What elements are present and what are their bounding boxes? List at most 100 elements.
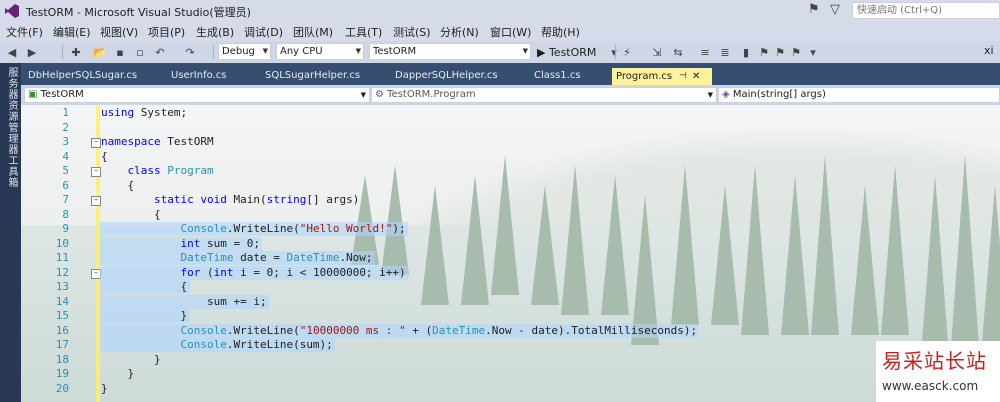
start-debugging-button[interactable]: ▶ TestORM — [537, 44, 607, 60]
code-line[interactable]: 5 − class Program — [21, 164, 1000, 178]
code-line[interactable]: 13 { — [21, 280, 1000, 294]
forward-icon[interactable]: ▶ — [24, 44, 40, 60]
code-line[interactable]: 1 using System; — [21, 106, 1000, 120]
menu-test[interactable]: 测试(S) — [393, 24, 431, 40]
menu-build[interactable]: 生成(B) — [196, 24, 234, 40]
chevron-down-icon: ▼ — [360, 91, 366, 99]
code-line[interactable]: 11 DateTime date = DateTime.Now; — [21, 251, 1000, 265]
code-line[interactable]: 4{ — [21, 150, 1000, 164]
window-title: TestORM - Microsoft Visual Studio(管理员) — [26, 6, 251, 19]
chevron-down-icon: ▼ — [262, 47, 268, 55]
code-line[interactable]: 8 { — [21, 208, 1000, 222]
standard-toolbar: ◀ ▶ ✚ 📂 ▪ ▫ ↶ ↷ Debug ▼ Any CPU ▼ TestOR… — [0, 41, 1000, 64]
type-dropdown[interactable]: ⚙ TestORM.Program ▼ — [371, 87, 717, 103]
line-number: 16 — [55, 323, 69, 337]
tab-dappersqlhelper[interactable]: DapperSQLHelper.cs — [395, 67, 498, 85]
code-text[interactable]: 1 using System; 2 3− namespace TestORM 4{5− c… — [21, 105, 1000, 402]
menu-analyze[interactable]: 分析(N) — [440, 24, 479, 40]
new-project-icon[interactable]: ✚ — [68, 44, 84, 60]
browser-link-icon[interactable]: ⚡ — [619, 44, 635, 60]
startup-project-select[interactable]: TestORM ▼ — [369, 43, 531, 60]
code-line[interactable]: 15 } — [21, 309, 1000, 323]
code-line-text: Console.WriteLine("Hello World!"); — [180, 222, 406, 235]
code-line[interactable]: 12− for (int i = 0; i < 10000000; i++) — [21, 265, 1000, 280]
menu-tools[interactable]: 工具(T) — [345, 24, 382, 40]
code-line-text: Console.WriteLine(sum); — [180, 338, 333, 351]
line-number: 10 — [55, 236, 69, 250]
menu-window[interactable]: 窗口(W) — [490, 24, 531, 40]
solution-configuration-select[interactable]: Debug ▼ — [218, 43, 271, 60]
menu-file[interactable]: 文件(F) — [6, 24, 43, 40]
feedback-filter-icon[interactable]: ▽ — [830, 2, 840, 17]
step-into-icon[interactable]: ⇲ — [649, 44, 665, 60]
back-icon[interactable]: ◀ — [4, 44, 20, 60]
menu-team[interactable]: 团队(M) — [293, 24, 333, 40]
code-line[interactable]: 3 − namespace TestORM — [21, 135, 1000, 149]
quick-launch-input[interactable] — [853, 3, 975, 18]
navigation-bar: ▣ TestORM ▼ ⚙ TestORM.Program ▼ ◈ Main(s… — [21, 85, 1000, 105]
line-number: 12 — [55, 265, 69, 279]
site-watermark: 易采站长站 www.easck.com — [876, 341, 1000, 402]
code-line[interactable]: 6 { — [21, 179, 1000, 193]
tab-dbhelpersqlsugar[interactable]: DbHelperSQLSugar.cs — [28, 67, 137, 85]
quick-launch[interactable] — [852, 2, 1000, 19]
project-dropdown[interactable]: ▣ TestORM ▼ — [24, 87, 370, 103]
collapse-outline-icon[interactable]: − — [91, 138, 101, 148]
pin-icon[interactable]: ⊣ — [679, 68, 687, 85]
menu-project[interactable]: 项目(P) — [148, 24, 185, 40]
save-all-icon[interactable]: ▫ — [132, 44, 148, 60]
collapse-outline-icon[interactable]: − — [91, 196, 101, 206]
clear-bookmarks-icon[interactable]: ⚑ — [788, 44, 804, 60]
code-line-text: namespace TestORM — [101, 135, 214, 148]
chevron-down-icon: ▼ — [522, 47, 528, 55]
code-line[interactable]: 17 Console.WriteLine(sum); — [21, 338, 1000, 352]
menu-debug[interactable]: 调试(D) — [244, 24, 283, 40]
code-line[interactable]: 10 int sum = 0; — [21, 236, 1000, 251]
comment-lines-icon[interactable]: ≡ — [697, 44, 713, 60]
save-icon[interactable]: ▪ — [112, 44, 128, 60]
uncomment-lines-icon[interactable]: ≣ — [717, 44, 733, 60]
code-line[interactable]: 7 − static void Main(string[] args) — [21, 193, 1000, 207]
code-line-text: static void Main(string[] args) — [153, 193, 360, 206]
code-line[interactable]: 19 } — [21, 367, 1000, 381]
tab-program[interactable]: Program.cs ⊣ ✕ — [612, 68, 712, 85]
close-icon[interactable]: ✕ — [692, 68, 700, 85]
toolbar-overflow-icon[interactable]: ▾ — [805, 44, 821, 60]
code-line[interactable]: 18 } — [21, 353, 1000, 367]
bookmark-icon[interactable]: ▮ — [738, 44, 754, 60]
open-file-icon[interactable]: 📂 — [92, 44, 108, 60]
document-tabs: DbHelperSQLSugar.cs UserInfo.cs SQLSugar… — [21, 63, 1000, 85]
code-line[interactable]: 9 Console.WriteLine("Hello World!"); — [21, 222, 1000, 236]
solution-platform-select[interactable]: Any CPU ▼ — [276, 43, 364, 60]
tab-class1[interactable]: Class1.cs — [534, 67, 581, 85]
csharp-project-icon: ▣ — [28, 89, 38, 100]
code-line-text: { — [101, 149, 108, 163]
user-account-initial[interactable]: xi — [984, 44, 994, 57]
code-line-text: Console.WriteLine("10000000 ms : " + (Da… — [180, 323, 698, 337]
code-line[interactable]: 14 sum += i; — [21, 294, 1000, 309]
undo-icon[interactable]: ↶ — [152, 44, 168, 60]
code-line-text: for (int i = 0; i < 10000000; i++) — [180, 265, 406, 279]
notifications-flag-icon[interactable]: ⚑ — [808, 2, 820, 17]
next-bookmark-icon[interactable]: ⚑ — [772, 44, 788, 60]
code-line-text: } — [101, 309, 188, 322]
menu-edit[interactable]: 编辑(E) — [53, 24, 91, 40]
code-line[interactable]: 2 — [21, 121, 1000, 135]
tab-userinfo[interactable]: UserInfo.cs — [171, 67, 226, 85]
collapse-outline-icon[interactable]: − — [91, 167, 101, 177]
redo-icon[interactable]: ↷ — [182, 44, 198, 60]
tab-program-label: Program.cs — [616, 71, 673, 82]
line-number: 11 — [55, 251, 69, 264]
menu-view[interactable]: 视图(V) — [100, 24, 138, 40]
tab-sqlsugarhelper[interactable]: SQLSugarHelper.cs — [265, 67, 360, 85]
server-explorer-tab[interactable]: 服务器资源管理器 — [4, 67, 19, 155]
member-dropdown[interactable]: ◈ Main(string[] args) — [718, 87, 1000, 103]
step-over-icon[interactable]: ⇆ — [670, 44, 686, 60]
chevron-down-icon: ▼ — [707, 91, 713, 99]
toolbox-tab[interactable]: 工具箱 — [4, 155, 19, 188]
code-line[interactable]: 20} — [21, 382, 1000, 396]
code-line[interactable]: 16 Console.WriteLine("10000000 ms : " + … — [21, 323, 1000, 338]
prev-bookmark-icon[interactable]: ⚑ — [756, 44, 772, 60]
code-editor[interactable]: 1 using System; 2 3− namespace TestORM 4{5− c… — [21, 105, 1000, 402]
menu-help[interactable]: 帮助(H) — [541, 24, 580, 40]
